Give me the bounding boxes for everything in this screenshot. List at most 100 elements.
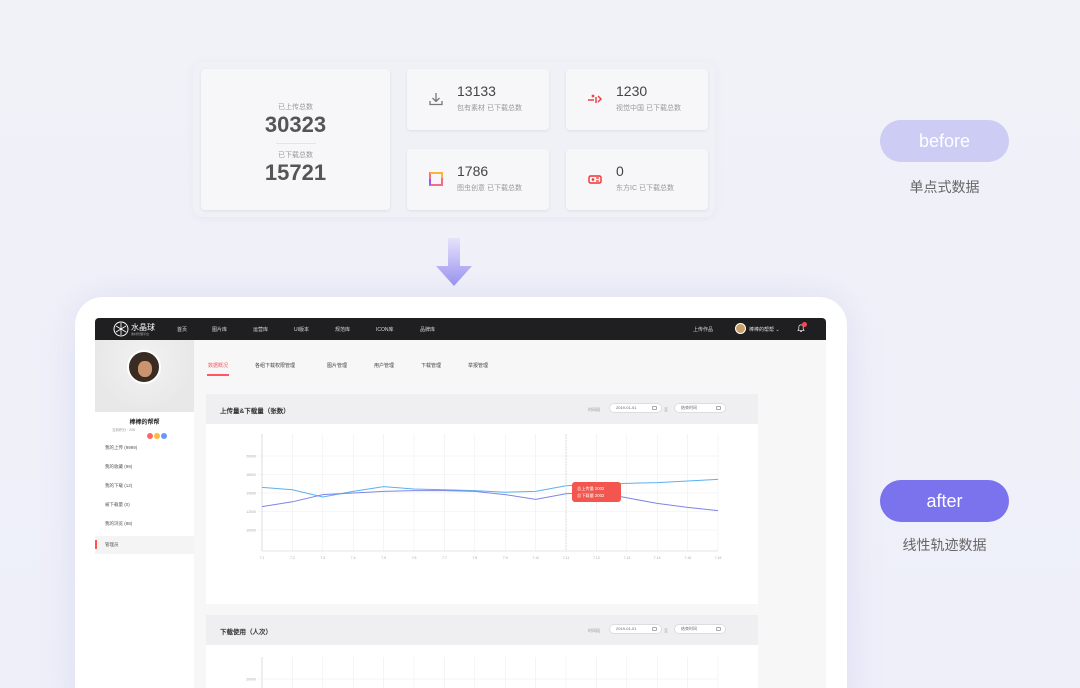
active-tab-underline — [207, 374, 229, 376]
y-tick-label: 10000 — [246, 529, 256, 533]
upload-work-link[interactable]: 上传作品 — [693, 326, 713, 333]
y-tick-label: 20000 — [246, 678, 256, 682]
stat-label: 东方IC 已下载总数 — [616, 185, 674, 192]
visual-china-logo-icon — [588, 94, 603, 103]
upload-download-chart-section: 上传量&下载量（张数） 时间段 2019-01-01 至 结束时间 7.1 7.2… — [206, 394, 758, 663]
nav-icon-library[interactable]: ICON库 — [376, 326, 394, 333]
x-tick-label: 7.4 — [351, 556, 356, 560]
nav-brand-library[interactable]: 品牌库 — [420, 326, 435, 333]
x-tick-label: 7.15 — [684, 556, 691, 560]
nav-image-library[interactable]: 图片库 — [212, 326, 227, 333]
calendar-icon — [652, 627, 657, 631]
profile-badges — [147, 426, 168, 444]
tooltip-line: 总上传量 2002 — [577, 485, 605, 492]
download-icon — [429, 93, 443, 106]
nav-ui-version[interactable]: UI版本 — [294, 326, 309, 333]
stat-card-dongfang-ic: 0 东方IC 已下载总数 — [566, 149, 708, 210]
line-chart: 7.1 7.2 7.3 7.4 7.5 7.6 7.7 7.8 7.9 7.10 7.11 7.12 7… — [246, 434, 722, 560]
calendar-icon — [652, 406, 657, 410]
uploaded-total-value: 30323 — [264, 112, 327, 137]
to-label: 至 — [664, 628, 668, 633]
stat-label: 视觉中国 已下载总数 — [616, 105, 681, 112]
nav-home[interactable]: 首页 — [177, 326, 187, 333]
user-menu[interactable]: 棒棒的帮帮 ⌄ — [749, 326, 780, 333]
before-caption: 单点式数据 — [909, 179, 980, 195]
sidebar-item-label: 管理员 — [105, 542, 119, 547]
end-date-picker[interactable]: 结束时间 — [674, 624, 726, 634]
chart-header: 下载使用（人次） 时间段 2019-01-01 至 结束时间 — [206, 615, 758, 645]
calendar-icon — [716, 627, 721, 631]
sidebar-item-my-favorites[interactable]: 我的收藏 (99) — [105, 464, 132, 470]
stat-card-tuchong: 1786 图虫创意 已下载总数 — [407, 149, 549, 210]
badge-icon — [161, 433, 167, 439]
totals-card: 已上传总数 30323 已下载总数 15721 — [201, 69, 390, 210]
end-date-value: 结束时间 — [681, 626, 697, 631]
dashboard-app: 水晶球 素材管理平台 首页 图片库 运营库 UI版本 规范库 ICON库 品牌库… — [95, 318, 826, 688]
stat-card-visual-china: 1230 视觉中国 已下载总数 — [566, 69, 708, 130]
stat-label: 图虫创意 已下载总数 — [457, 185, 522, 192]
tooltip-box — [572, 482, 621, 502]
stat-label: 包有素材 已下载总数 — [457, 105, 522, 112]
nav-operations-library[interactable]: 运营库 — [253, 326, 268, 333]
before-pill: before — [880, 120, 1009, 162]
sidebar-item-downloaded-count[interactable]: 被下载量 (0) — [105, 502, 130, 508]
tuchong-logo-icon — [429, 172, 443, 186]
chart-header: 上传量&下载量（张数） 时间段 2019-01-01 至 结束时间 — [206, 394, 758, 424]
stat-value: 13133 — [457, 83, 496, 99]
x-tick-label: 7.13 — [623, 556, 630, 560]
tab-user-management[interactable]: 用户管理 — [374, 362, 394, 369]
tab-image-management[interactable]: 图片管理 — [327, 362, 347, 369]
line-chart: 20000 — [246, 657, 719, 688]
end-date-picker[interactable]: 结束时间 — [674, 403, 726, 413]
user-avatar[interactable] — [735, 323, 746, 334]
x-tick-label: 7.6 — [412, 556, 417, 560]
after-pill: after — [880, 480, 1009, 522]
crystal-ball-logo-icon[interactable] — [113, 321, 129, 337]
stat-value: 1786 — [457, 163, 489, 179]
calendar-icon — [716, 406, 721, 410]
x-tick-label: 7.9 — [503, 556, 508, 560]
y-tick-label: 18000 — [246, 473, 256, 477]
profile-name: 棒棒的帮帮 — [129, 420, 160, 426]
sidebar-item-admin[interactable]: 管理员 — [95, 536, 194, 554]
tab-download-permissions[interactable]: 各组下载权限管理 — [255, 362, 295, 369]
profile-avatar[interactable] — [127, 350, 161, 384]
x-tick-label: 7.1 — [260, 556, 265, 560]
chart-title: 下载使用（人次） — [220, 629, 272, 636]
arrow-down-icon — [436, 238, 472, 286]
tab-report-management[interactable]: 举报管理 — [468, 362, 488, 369]
x-tick-label: 7.3 — [320, 556, 325, 560]
dongfang-ic-logo-icon — [588, 175, 602, 184]
tab-data-overview[interactable]: 数据概况 — [208, 362, 228, 369]
start-date-picker[interactable]: 2019-01-01 — [609, 624, 662, 634]
nav-spec-library[interactable]: 规范库 — [335, 326, 350, 333]
profile-level: 当前积分 · 208 — [112, 428, 135, 432]
badge-icon — [147, 433, 153, 439]
stat-value: 1230 — [616, 83, 648, 99]
x-tick-label: 7.16 — [715, 556, 722, 560]
logo-subtitle: 素材管理平台 — [131, 332, 150, 336]
start-date-value: 2019-01-01 — [616, 626, 637, 631]
active-indicator — [95, 540, 97, 549]
profile-header — [95, 340, 194, 412]
chart-title: 上传量&下载量（张数） — [220, 408, 290, 415]
sidebar: 棒棒的帮帮 当前积分 · 208 我的上传 (9999) 我的收藏 (99) 我… — [95, 340, 194, 688]
tab-download-management[interactable]: 下载管理 — [421, 362, 441, 369]
end-date-value: 结束时间 — [681, 405, 697, 410]
downloaded-total-label: 已下载总数 — [278, 152, 313, 159]
x-tick-label: 7.5 — [381, 556, 386, 560]
x-tick-label: 7.10 — [532, 556, 539, 560]
series-line-2 — [261, 490, 719, 512]
before-stats-panel: 已上传总数 30323 已下载总数 15721 13133 包有素材 已下载总数… — [193, 62, 715, 217]
badge-icon — [154, 433, 160, 439]
y-tick-label: 14000 — [246, 492, 256, 496]
uploaded-total-label: 已上传总数 — [278, 104, 313, 111]
x-tick-label: 7.7 — [442, 556, 447, 560]
sidebar-item-my-uploads[interactable]: 我的上传 (9999) — [105, 445, 137, 451]
x-tick-label: 7.14 — [654, 556, 661, 560]
x-tick-label: 7.11 — [563, 556, 570, 560]
x-tick-label: 7.12 — [593, 556, 600, 560]
sidebar-item-my-views[interactable]: 我的浏览 (88) — [105, 521, 132, 527]
start-date-picker[interactable]: 2019-01-01 — [609, 403, 662, 413]
sidebar-item-my-downloads[interactable]: 我的下载 (12) — [105, 483, 132, 489]
